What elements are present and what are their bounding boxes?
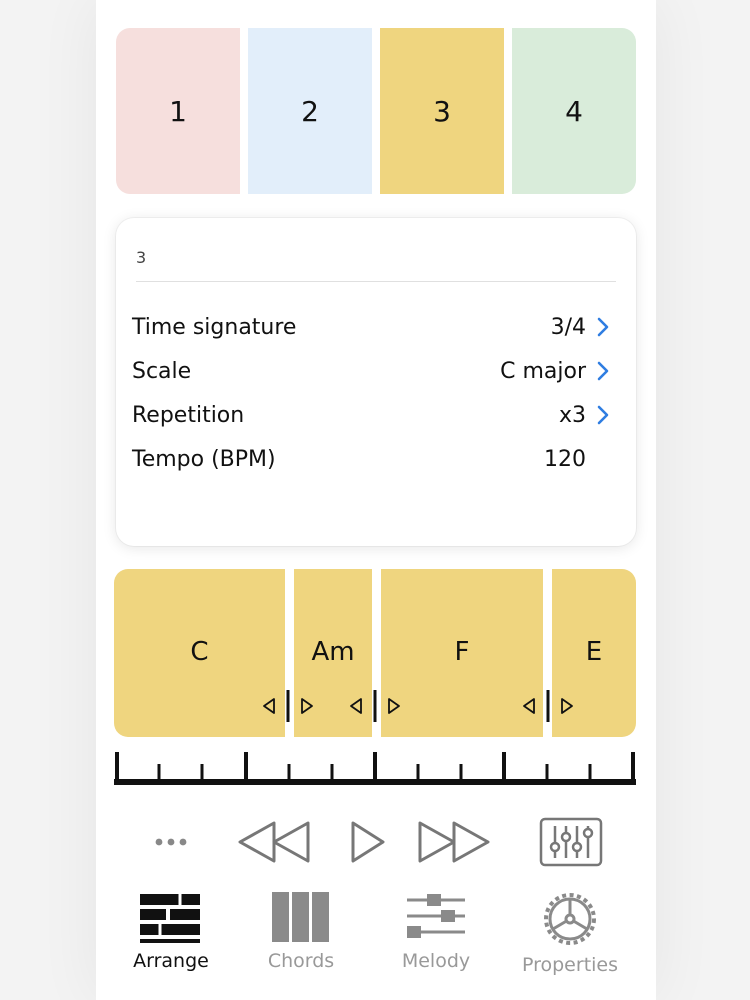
row-repetition[interactable]: Repetition x3 (132, 397, 610, 433)
rewind-button[interactable] (235, 818, 313, 866)
chord-label: Am (311, 637, 355, 667)
row-time-signature[interactable]: Time signature 3/4 (132, 309, 610, 345)
tab-label: Melody (401, 950, 471, 972)
tab-bar: Arrange Chords Melody Properties (96, 890, 656, 1000)
tab-chords[interactable]: Chords (241, 890, 361, 972)
row-scale[interactable]: Scale C major (132, 353, 610, 389)
chord-label: F (454, 637, 470, 667)
tab-label: Properties (521, 954, 619, 976)
play-icon (351, 821, 385, 863)
section-tile-4[interactable]: 4 (512, 28, 636, 194)
section-tile-1[interactable]: 1 (116, 28, 240, 194)
row-label: Scale (132, 358, 192, 384)
resize-arrows-icon (263, 690, 313, 722)
play-button[interactable] (344, 818, 390, 866)
chord-label: C (190, 637, 209, 667)
row-label: Tempo (BPM) (132, 446, 276, 472)
chevron-right-icon (596, 405, 610, 425)
card-title: 3 (136, 248, 147, 267)
tab-properties[interactable]: Properties (510, 890, 630, 976)
chord-resize-handle-2[interactable] (347, 690, 403, 722)
row-value: x3 (558, 402, 586, 428)
row-tempo[interactable]: Tempo (BPM) 120 (132, 441, 610, 477)
tab-melody[interactable]: Melody (376, 890, 496, 972)
chevron-right-icon (596, 361, 610, 381)
tab-label: Chords (267, 950, 335, 972)
sliders-icon (407, 894, 465, 938)
resize-arrows-icon (350, 690, 400, 722)
transport-controls (0, 812, 750, 872)
chord-resize-handle-3[interactable] (520, 690, 576, 722)
chevron-right-icon (596, 317, 610, 337)
fast-forward-button[interactable] (415, 818, 493, 866)
bricks-icon (140, 894, 200, 943)
fast-forward-icon (418, 821, 490, 863)
rewind-icon (238, 821, 310, 863)
section-tiles: 1 2 3 4 (116, 28, 636, 194)
section-tile-3[interactable]: 3 (380, 28, 504, 194)
columns-icon (272, 892, 329, 942)
gear-icon (544, 893, 596, 945)
row-value: 120 (544, 446, 586, 472)
row-value: C major (500, 358, 586, 384)
row-label: Repetition (132, 402, 245, 428)
timeline-ruler[interactable] (114, 750, 636, 788)
resize-arrows-icon (523, 690, 573, 722)
section-properties-card: 3 Time signature 3/4 Scale C major Repet… (116, 218, 636, 546)
tab-arrange[interactable]: Arrange (111, 890, 231, 972)
chord-resize-handle-1[interactable] (260, 690, 316, 722)
chord-block-f[interactable]: F (381, 569, 543, 737)
row-value: 3/4 (550, 314, 586, 340)
more-button[interactable] (146, 822, 196, 862)
chord-label: E (585, 637, 603, 667)
mixer-button[interactable] (538, 816, 604, 868)
tab-label: Arrange (133, 950, 209, 972)
mixer-icon (539, 817, 603, 867)
card-divider (136, 281, 616, 282)
section-tile-2[interactable]: 2 (248, 28, 372, 194)
row-label: Time signature (132, 314, 297, 340)
ellipsis-icon (155, 838, 187, 846)
